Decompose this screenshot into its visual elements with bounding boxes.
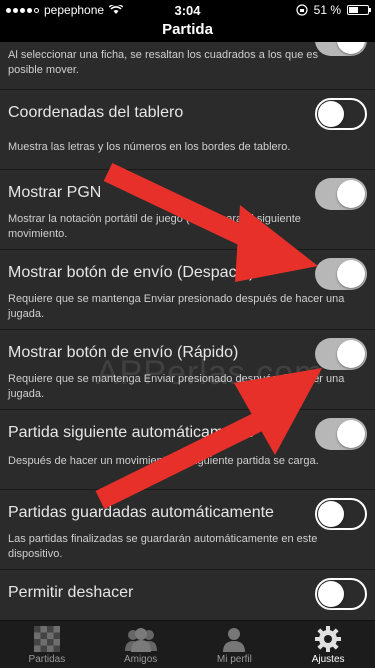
setting-description: Después de hacer un movimiento, la sigui… <box>8 455 319 467</box>
board-coordinates-toggle[interactable] <box>315 98 367 130</box>
setting-description: Mostrar la notación portátil de juego (P… <box>8 213 301 240</box>
show-pgn-toggle[interactable] <box>315 178 367 210</box>
battery-percent: 51 % <box>313 3 341 17</box>
setting-title: Partidas guardadas automáticamente <box>8 504 274 521</box>
tab-label: Ajustes <box>311 654 345 665</box>
auto-next-game-toggle[interactable] <box>315 418 367 450</box>
setting-title: Coordenadas del tablero <box>8 104 184 121</box>
setting-row-allow-undo: Permitir deshacer <box>0 570 375 620</box>
setting-description: Muestra las letras y los números en los … <box>8 141 291 153</box>
friends-icon <box>124 628 157 652</box>
signal-strength-icon <box>6 7 39 13</box>
carrier-name: pepephone <box>44 3 105 17</box>
profile-icon <box>223 628 246 652</box>
setting-row-board-coordinates: Coordenadas del tablero Muestra las letr… <box>0 90 375 170</box>
battery-icon <box>347 5 371 15</box>
auto-save-games-toggle[interactable] <box>315 498 367 530</box>
setting-title: Partida siguiente automáticamente <box>8 424 255 441</box>
setting-title: Mostrar PGN <box>8 184 102 201</box>
allow-undo-toggle[interactable] <box>315 578 367 610</box>
send-button-slow-toggle[interactable] <box>315 258 367 290</box>
tab-label: Amigos <box>123 654 158 665</box>
setting-row-send-button-slow: Mostrar botón de envío (Despacio) Requie… <box>0 250 375 330</box>
setting-title: Mostrar botón de envío (Despacio) <box>8 264 255 281</box>
tab-label: Mi perfil <box>216 654 252 665</box>
setting-description: Requiere que se mantenga Enviar presiona… <box>8 293 345 320</box>
tab-ajustes[interactable]: Ajustes <box>281 621 375 668</box>
tab-partidas[interactable]: Partidas <box>0 621 94 668</box>
setting-description: Las partidas finalizadas se guardarán au… <box>8 533 318 560</box>
watermark: APPerlas.com <box>96 354 324 392</box>
setting-description: Al seleccionar una ficha, se resaltan lo… <box>8 49 319 76</box>
status-bar: pepephone 3:04 51 % <box>0 0 375 20</box>
tab-amigos[interactable]: Amigos <box>94 621 188 668</box>
orientation-lock-icon <box>296 4 308 16</box>
settings-list[interactable]: Al seleccionar una ficha, se resaltan lo… <box>0 42 375 620</box>
setting-row-auto-next-game: Partida siguiente automáticamente Despué… <box>0 410 375 490</box>
tab-label: Partidas <box>28 654 66 665</box>
wifi-icon <box>109 5 124 14</box>
setting-row-highlight-moves: Al seleccionar una ficha, se resaltan lo… <box>0 42 375 90</box>
setting-title: Permitir deshacer <box>8 584 134 601</box>
gear-icon <box>315 626 342 652</box>
chessboard-icon <box>33 626 60 652</box>
page-title: Partida <box>0 20 375 42</box>
clock: 3:04 <box>174 2 201 18</box>
tab-bar: Partidas Amigos Mi perfil Ajustes <box>0 620 375 668</box>
setting-row-auto-save-games: Partidas guardadas automáticamente Las p… <box>0 490 375 570</box>
tab-mi-perfil[interactable]: Mi perfil <box>188 621 282 668</box>
setting-row-show-pgn: Mostrar PGN Mostrar la notación portátil… <box>0 170 375 250</box>
